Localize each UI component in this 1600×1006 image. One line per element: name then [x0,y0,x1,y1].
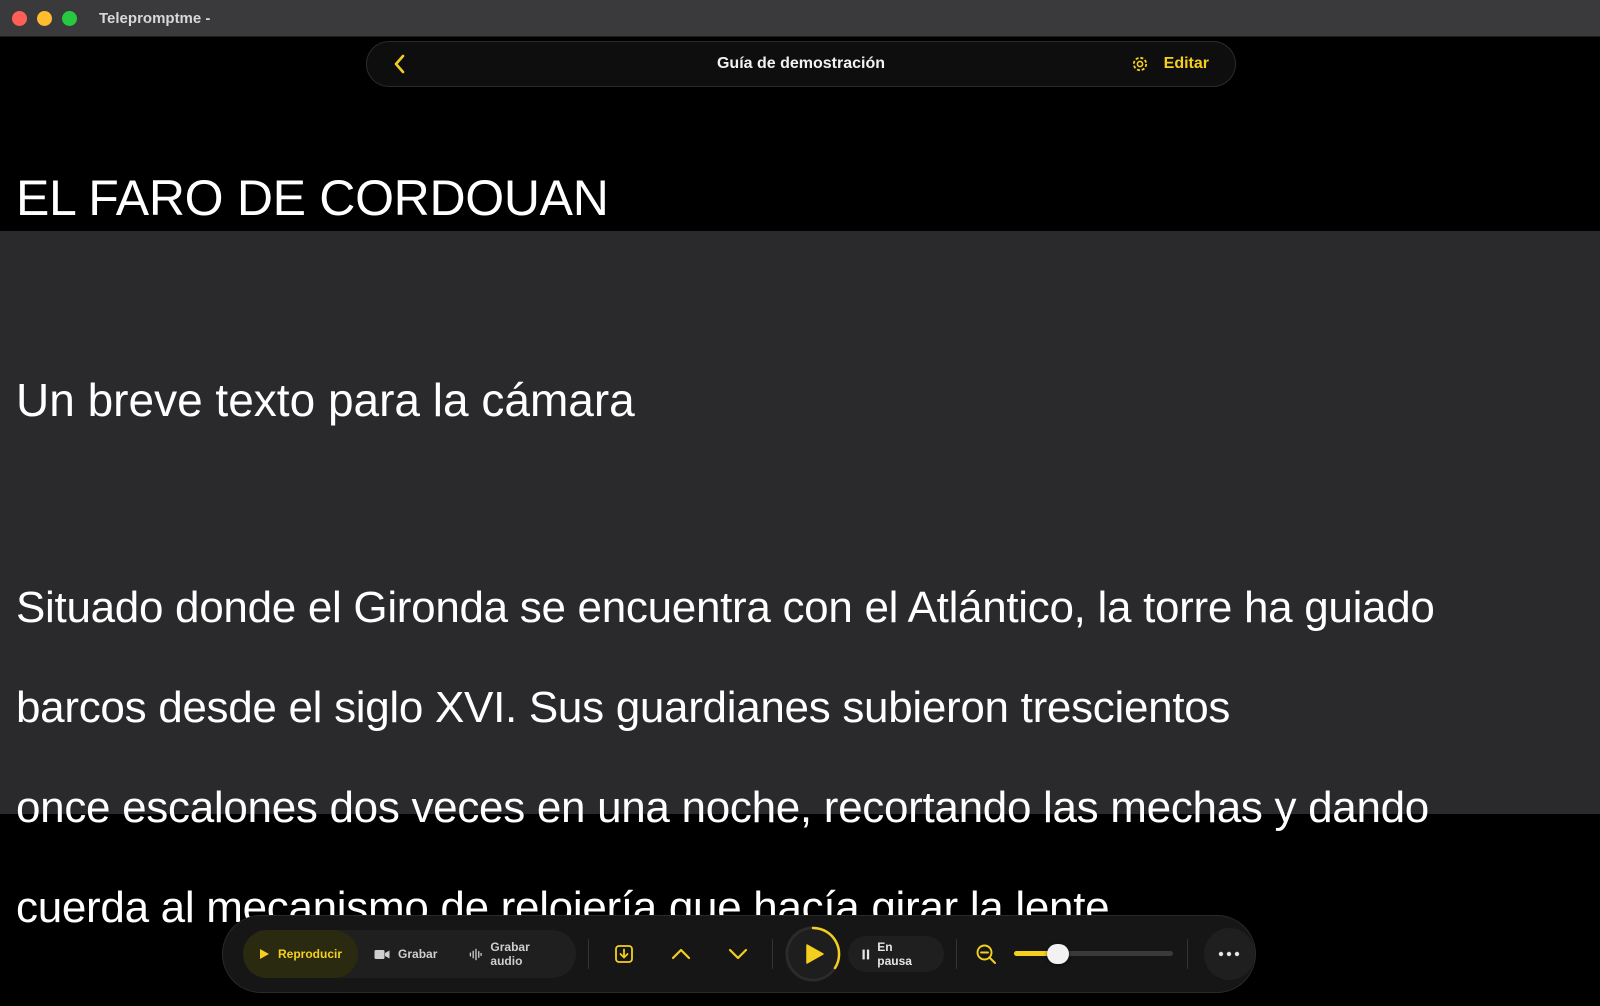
mode-selector: Reproducir Grabar Grabar audio [243,930,576,978]
play-icon [806,944,824,964]
play-mode-button[interactable]: Reproducir [243,930,359,978]
close-window-button[interactable] [12,10,27,26]
playback-status: En pausa [848,936,944,972]
import-icon [614,945,633,963]
app-title: Telepromptme - [99,9,211,27]
playback-toolbar: Reproducir Grabar Grabar audio En pausa [222,915,1256,993]
speed-slider[interactable] [1013,944,1173,964]
edit-label: Editar [1163,55,1209,72]
play-button[interactable] [785,926,841,982]
waveform-icon [470,948,483,960]
script-title: EL FARO DE CORDOUAN [16,170,609,226]
script-line: Situado donde el Gironda se encuentra co… [16,583,1435,632]
minimize-window-button[interactable] [37,10,52,26]
play-mode-label: Reproducir [278,947,343,961]
document-title: Guía de demostración [716,55,886,72]
back-button[interactable] [375,41,425,87]
zoom-out-button[interactable] [969,931,1004,977]
script-subtitle: Un breve texto para la cámara [16,374,635,426]
chevron-down-icon [728,948,747,960]
video-camera-icon [374,949,390,959]
edit-button[interactable]: Editar [1130,54,1209,74]
chevron-up-icon [671,948,690,960]
zoom-out-icon [976,944,997,964]
import-button[interactable] [601,931,646,977]
script-line: barcos desde el siglo XVI. Sus guardiane… [16,683,1231,732]
ellipsis-icon [1219,951,1240,957]
scroll-up-button[interactable] [658,931,703,977]
app-window: Telepromptme - Guía de demostración Edit… [0,0,1600,1006]
status-label: En pausa [877,940,912,968]
scroll-down-button[interactable] [715,931,760,977]
record-button[interactable]: Grabar [358,930,453,978]
play-icon [260,949,269,959]
chevron-left-icon [394,54,405,74]
record-audio-button[interactable]: Grabar audio [453,930,576,978]
maximize-window-button[interactable] [62,10,77,26]
document-header: Guía de demostración Editar [366,41,1236,87]
toolbar-divider [1186,939,1188,969]
script-body: Situado donde el Gironda se encuentra co… [16,558,1596,958]
more-options-button[interactable] [1203,928,1255,980]
toolbar-divider [955,939,957,969]
toolbar-divider [587,939,589,969]
script-text: EL FARO DE CORDOUAN Un breve texto para … [16,158,1596,958]
gear-icon [1132,56,1147,72]
window-controls [12,10,77,26]
script-line: once escalones dos veces en una noche, r… [16,783,1429,832]
record-label: Grabar [398,947,438,961]
title-bar: Telepromptme - [0,0,1600,37]
pause-icon [862,949,870,959]
slider-thumb[interactable] [1046,944,1069,964]
toolbar-divider [772,939,774,969]
record-audio-label: Grabar audio [490,940,530,968]
